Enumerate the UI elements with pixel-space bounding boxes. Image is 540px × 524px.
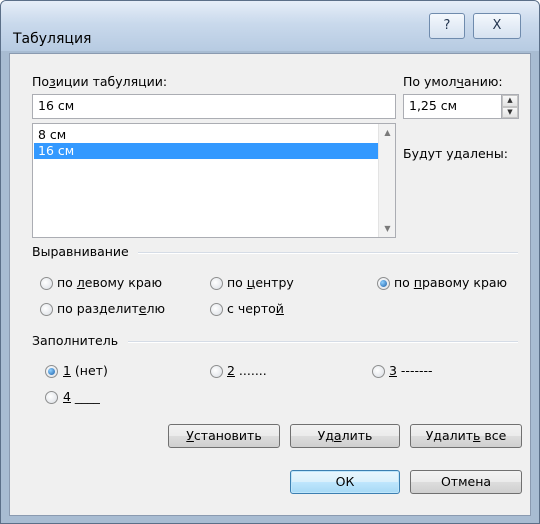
clear-button[interactable]: Удалить [290, 424, 400, 448]
list-item[interactable]: 8 см [34, 127, 378, 143]
cancel-button[interactable]: Отмена [410, 470, 522, 494]
tab-positions-list[interactable]: 8 см 16 см ▲ ▼ [32, 123, 396, 238]
help-button[interactable]: ? [429, 13, 465, 39]
align-right-radio[interactable] [377, 277, 390, 290]
alignment-group-label: Выравнивание [32, 244, 129, 259]
ok-button[interactable]: ОК [290, 470, 400, 494]
default-stops-value: 1,25 см [409, 98, 458, 113]
align-bar-label[interactable]: с чертой [227, 301, 284, 316]
spin-down-icon[interactable]: ▼ [502, 106, 518, 118]
list-scrollbar[interactable]: ▲ ▼ [378, 124, 395, 237]
close-icon: X [492, 18, 502, 33]
dialog-body: Позиции табуляции: 16 см 8 см 16 см ▲ ▼ … [9, 53, 531, 516]
title-bar[interactable]: Табуляция ? X [1, 1, 539, 51]
tab-position-input[interactable]: 16 см [32, 94, 396, 119]
tab-positions-label: Позиции табуляции: [32, 74, 168, 89]
leader-3-label[interactable]: 3 ------- [389, 363, 433, 378]
default-stops-label: По умолчанию: [403, 74, 503, 89]
align-left-label[interactable]: по левому краю [57, 275, 162, 290]
list-item-selected[interactable]: 16 см [34, 143, 378, 159]
leader-group-label: Заполнитель [32, 333, 119, 348]
align-center-radio[interactable] [210, 277, 223, 290]
leader-divider [128, 341, 518, 343]
align-center-label[interactable]: по центру [227, 275, 294, 290]
close-button[interactable]: X [473, 13, 521, 39]
align-decimal-radio[interactable] [40, 303, 53, 316]
tabs-dialog-window: Табуляция ? X Позиции табуляции: 16 см 8… [0, 0, 540, 524]
set-button[interactable]: Установить [168, 424, 280, 448]
leader-4-label[interactable]: 4 ____ [63, 389, 100, 404]
spin-up-icon[interactable]: ▲ [502, 95, 518, 107]
tab-position-input-value: 16 см [38, 98, 75, 113]
dialog-title: Табуляция [13, 31, 92, 47]
leader-1-radio[interactable] [45, 365, 58, 378]
align-bar-radio[interactable] [210, 303, 223, 316]
scroll-down-icon[interactable]: ▼ [379, 220, 396, 237]
to-be-cleared-label: Будут удалены: [403, 146, 508, 161]
leader-1-label[interactable]: 1 (нет) [63, 363, 108, 378]
align-right-label[interactable]: по правому краю [394, 275, 507, 290]
align-left-radio[interactable] [40, 277, 53, 290]
leader-2-radio[interactable] [210, 365, 223, 378]
leader-3-radio[interactable] [372, 365, 385, 378]
alignment-divider [138, 252, 518, 254]
default-stops-input[interactable]: 1,25 см ▲ ▼ [403, 94, 519, 119]
scroll-up-icon[interactable]: ▲ [379, 124, 396, 141]
align-decimal-label[interactable]: по разделителю [57, 301, 165, 316]
leader-2-label[interactable]: 2 ....... [227, 363, 267, 378]
help-icon: ? [443, 18, 451, 33]
leader-4-radio[interactable] [45, 391, 58, 404]
default-stops-spinner[interactable]: ▲ ▼ [501, 95, 518, 118]
clear-all-button[interactable]: Удалить все [410, 424, 522, 448]
